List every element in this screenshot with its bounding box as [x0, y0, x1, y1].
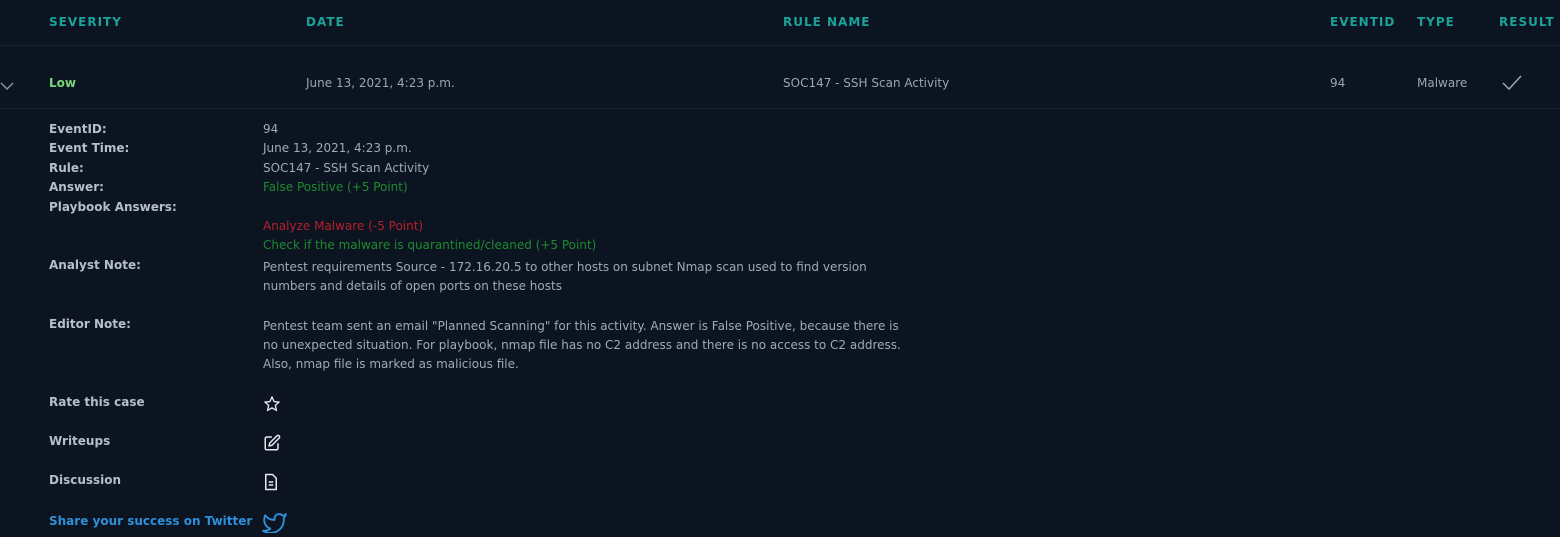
event-time-value: June 13, 2021, 4:23 p.m.	[263, 141, 412, 155]
header-result[interactable]: RESULT	[1499, 15, 1555, 29]
analyst-note-label: Analyst Note:	[49, 258, 141, 272]
header-date[interactable]: DATE	[306, 15, 345, 29]
header-type[interactable]: TYPE	[1417, 15, 1455, 29]
share-twitter-link[interactable]: Share your success on Twitter	[49, 514, 252, 528]
eventid-label: EventID:	[49, 122, 107, 136]
chevron-down-icon[interactable]	[0, 77, 16, 96]
editor-note-text: Pentest team sent an email "Planned Scan…	[263, 319, 901, 371]
star-icon[interactable]	[263, 395, 281, 417]
eventid-value: 94	[263, 122, 279, 136]
table-row[interactable]: Low June 13, 2021, 4:23 p.m. SOC147 - SS…	[0, 46, 1560, 109]
twitter-icon[interactable]	[262, 512, 287, 537]
writeups-label: Writeups	[49, 434, 111, 448]
type-cell: Malware	[1417, 76, 1468, 90]
playbook-answers-label: Playbook Answers:	[49, 200, 177, 214]
rate-label: Rate this case	[49, 395, 145, 409]
answer-label: Answer:	[49, 180, 104, 194]
editor-note-label: Editor Note:	[49, 317, 131, 331]
document-icon[interactable]	[263, 473, 279, 495]
edit-icon[interactable]	[263, 434, 281, 456]
eventid-cell: 94	[1330, 76, 1346, 90]
event-time-label: Event Time:	[49, 141, 130, 155]
table-header: SEVERITY DATE RULE NAME EVENTID TYPE RES…	[0, 0, 1560, 46]
answer-value: False Positive (+5 Point)	[263, 180, 408, 194]
rule-value: SOC147 - SSH Scan Activity	[263, 161, 430, 175]
rule-label: Rule:	[49, 161, 84, 175]
date-cell: June 13, 2021, 4:23 p.m.	[306, 76, 455, 90]
severity-cell: Low	[49, 76, 76, 90]
playbook-answer-item: Check if the malware is quarantined/clea…	[263, 238, 597, 252]
header-eventid[interactable]: EVENTID	[1330, 15, 1395, 29]
header-rule-name[interactable]: RULE NAME	[783, 15, 870, 29]
rule-name-cell: SOC147 - SSH Scan Activity	[783, 76, 950, 90]
header-severity[interactable]: SEVERITY	[49, 15, 122, 29]
discussion-label: Discussion	[49, 473, 122, 487]
playbook-answer-item: Analyze Malware (-5 Point)	[263, 219, 424, 233]
share-label: Share your success on Twitter	[49, 514, 253, 528]
checkmark-icon	[1502, 75, 1522, 95]
analyst-note-text: Pentest requirements Source - 172.16.20.…	[263, 260, 867, 293]
